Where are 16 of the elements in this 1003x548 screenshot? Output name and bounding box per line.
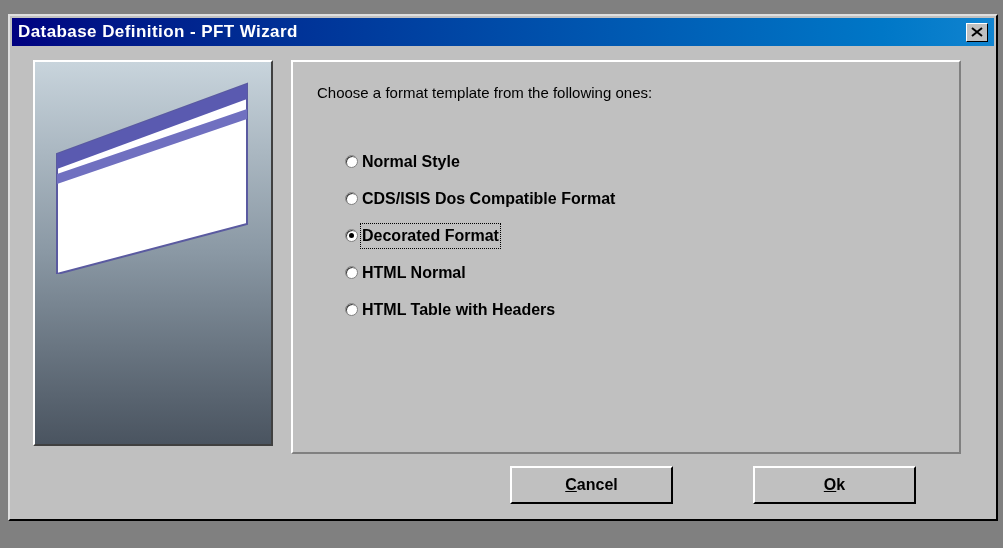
radio-button[interactable] xyxy=(345,192,358,205)
prompt-text: Choose a format template from the following ones: xyxy=(317,83,654,103)
option-label[interactable]: Normal Style xyxy=(361,149,461,174)
dialog-button[interactable]: Ok xyxy=(753,466,916,504)
close-icon xyxy=(971,27,983,37)
option-label[interactable]: CDS/ISIS Dos Compatible Format xyxy=(361,186,617,211)
window-title: Database Definition - PFT Wizard xyxy=(18,21,298,44)
radio-button[interactable] xyxy=(345,266,358,279)
option-label[interactable]: HTML Table with Headers xyxy=(361,297,557,322)
dialog-button[interactable]: Cancel xyxy=(510,466,673,504)
radio-button[interactable] xyxy=(345,303,358,316)
radio-button[interactable] xyxy=(345,155,358,168)
option-label[interactable]: HTML Normal xyxy=(361,260,467,285)
radio-button[interactable] xyxy=(345,229,358,242)
option-label[interactable]: Decorated Format xyxy=(361,223,500,248)
close-button[interactable] xyxy=(966,22,988,42)
